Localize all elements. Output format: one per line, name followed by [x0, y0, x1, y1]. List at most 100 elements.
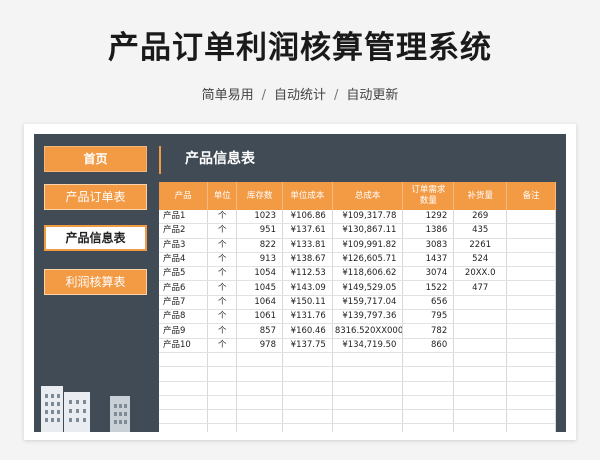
table-cell[interactable]: [453, 309, 508, 325]
table-cell[interactable]: [159, 423, 209, 432]
table-cell[interactable]: 1023: [236, 210, 283, 225]
table-cell[interactable]: ¥159,717.04: [332, 295, 404, 311]
table-cell[interactable]: 1045: [236, 280, 283, 296]
table-cell[interactable]: ¥160.46: [282, 323, 333, 339]
table-cell[interactable]: [159, 366, 209, 382]
table-cell[interactable]: [282, 395, 333, 411]
table-cell[interactable]: 1292: [402, 210, 455, 225]
table-cell[interactable]: 产品2: [159, 223, 209, 239]
table-cell[interactable]: ¥149,529.05: [332, 280, 404, 296]
table-cell[interactable]: 个: [207, 323, 238, 339]
table-cell[interactable]: [332, 352, 404, 368]
table-cell[interactable]: ¥137.61: [282, 223, 333, 239]
table-cell[interactable]: [506, 323, 556, 339]
table-cell[interactable]: 产品9: [159, 323, 209, 339]
table-cell[interactable]: [236, 423, 283, 432]
table-cell[interactable]: [506, 309, 556, 325]
table-cell[interactable]: [453, 395, 508, 411]
table-cell[interactable]: 822: [236, 238, 283, 253]
table-cell[interactable]: [402, 423, 455, 432]
table-cell[interactable]: [453, 423, 508, 432]
table-cell[interactable]: 782: [402, 323, 455, 339]
table-cell[interactable]: [506, 266, 556, 282]
table-cell[interactable]: [402, 352, 455, 368]
sidebar-item-product-info[interactable]: 产品信息表: [44, 225, 147, 251]
table-cell[interactable]: 产品8: [159, 309, 209, 325]
table-cell[interactable]: [506, 295, 556, 311]
table-cell[interactable]: 1437: [402, 252, 455, 268]
table-cell[interactable]: [236, 352, 283, 368]
table-cell[interactable]: ¥126,605.71: [332, 252, 404, 268]
table-cell[interactable]: [402, 366, 455, 382]
table-cell[interactable]: [506, 381, 556, 396]
table-cell[interactable]: ¥131.76: [282, 309, 333, 325]
table-cell[interactable]: [453, 295, 508, 311]
table-cell[interactable]: [282, 423, 333, 432]
table-cell[interactable]: [453, 381, 508, 396]
table-cell[interactable]: 1054: [236, 266, 283, 282]
table-cell[interactable]: [453, 352, 508, 368]
sidebar-item-home[interactable]: 首页: [44, 146, 147, 172]
table-cell[interactable]: [282, 352, 333, 368]
table-cell[interactable]: [207, 395, 238, 411]
table-cell[interactable]: [236, 381, 283, 396]
table-cell[interactable]: 978: [236, 338, 283, 353]
table-cell[interactable]: [506, 352, 556, 368]
table-cell[interactable]: 20XX.0: [453, 266, 508, 282]
table-cell[interactable]: [506, 338, 556, 353]
table-cell[interactable]: 个: [207, 309, 238, 325]
table-cell[interactable]: [236, 409, 283, 425]
table-cell[interactable]: ¥109,991.82: [332, 238, 404, 253]
table-cell[interactable]: 8316.520XX0000: [332, 323, 404, 339]
table-cell[interactable]: [453, 323, 508, 339]
table-cell[interactable]: [506, 210, 556, 225]
table-cell[interactable]: 3083: [402, 238, 455, 253]
table-cell[interactable]: 2261: [453, 238, 508, 253]
table-cell[interactable]: 个: [207, 295, 238, 311]
table-cell[interactable]: 951: [236, 223, 283, 239]
table-cell[interactable]: 个: [207, 266, 238, 282]
table-cell[interactable]: 913: [236, 252, 283, 268]
table-cell[interactable]: 产品7: [159, 295, 209, 311]
table-cell[interactable]: 477: [453, 280, 508, 296]
table-cell[interactable]: [159, 381, 209, 396]
table-cell[interactable]: ¥143.09: [282, 280, 333, 296]
table-cell[interactable]: 个: [207, 280, 238, 296]
table-cell[interactable]: [332, 366, 404, 382]
table-cell[interactable]: 656: [402, 295, 455, 311]
table-cell[interactable]: 产品10: [159, 338, 209, 353]
table-cell[interactable]: [207, 423, 238, 432]
table-cell[interactable]: ¥112.53: [282, 266, 333, 282]
table-cell[interactable]: [159, 409, 209, 425]
table-cell[interactable]: 个: [207, 238, 238, 253]
table-cell[interactable]: 860: [402, 338, 455, 353]
table-cell[interactable]: 产品3: [159, 238, 209, 253]
table-cell[interactable]: 产品6: [159, 280, 209, 296]
table-cell[interactable]: 857: [236, 323, 283, 339]
table-cell[interactable]: ¥118,606.62: [332, 266, 404, 282]
table-cell[interactable]: [282, 366, 333, 382]
table-cell[interactable]: [402, 409, 455, 425]
table-cell[interactable]: ¥130,867.11: [332, 223, 404, 239]
table-cell[interactable]: [506, 409, 556, 425]
table-cell[interactable]: [159, 352, 209, 368]
table-cell[interactable]: [207, 352, 238, 368]
table-cell[interactable]: [506, 223, 556, 239]
table-cell[interactable]: [332, 395, 404, 411]
table-cell[interactable]: ¥139,797.36: [332, 309, 404, 325]
table-cell[interactable]: ¥133.81: [282, 238, 333, 253]
table-cell[interactable]: 1386: [402, 223, 455, 239]
table-cell[interactable]: [282, 381, 333, 396]
table-cell[interactable]: 产品5: [159, 266, 209, 282]
table-cell[interactable]: [332, 381, 404, 396]
table-cell[interactable]: 269: [453, 210, 508, 225]
table-cell[interactable]: [207, 409, 238, 425]
table-cell[interactable]: 795: [402, 309, 455, 325]
table-cell[interactable]: 个: [207, 252, 238, 268]
table-cell[interactable]: 个: [207, 338, 238, 353]
table-cell[interactable]: 1061: [236, 309, 283, 325]
table-cell[interactable]: [453, 338, 508, 353]
table-cell[interactable]: [332, 423, 404, 432]
table-cell[interactable]: [506, 238, 556, 253]
table-cell[interactable]: [159, 395, 209, 411]
